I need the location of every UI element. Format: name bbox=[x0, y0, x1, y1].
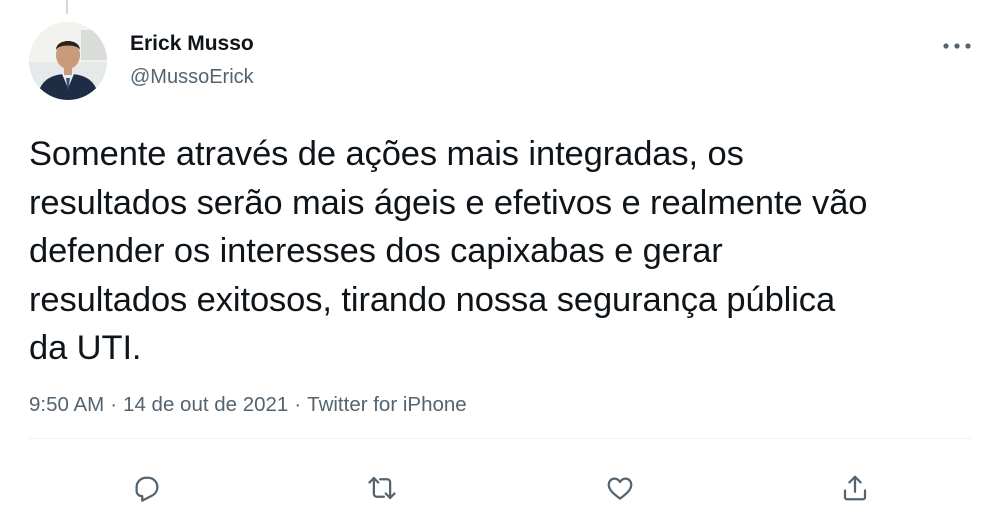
reply-button[interactable] bbox=[126, 468, 166, 508]
tweet-text-line: resultados serão mais ágeis e efetivos e… bbox=[29, 183, 868, 222]
author-display-name[interactable]: Erick Musso bbox=[130, 31, 254, 57]
tweet-card: Erick Musso @MussoErick Somente através … bbox=[0, 0, 1000, 526]
tweet-metadata: 9:50 AM · 14 de out de 2021 · Twitter for iP… bbox=[29, 392, 467, 418]
divider bbox=[29, 438, 971, 439]
retweet-button[interactable] bbox=[362, 468, 402, 508]
action-bar bbox=[0, 468, 1000, 508]
tweet-text-line: Somente através de ações mais integradas… bbox=[29, 135, 744, 173]
meta-separator: · bbox=[110, 393, 118, 416]
tweet-text: Somente através de ações mais integradas… bbox=[29, 130, 969, 373]
share-button[interactable] bbox=[835, 468, 875, 508]
tweet-text-line: resultados exitosos, tirando nossa segur… bbox=[29, 280, 836, 319]
tweet-time[interactable]: 9:50 AM bbox=[29, 393, 104, 416]
more-options-button[interactable] bbox=[940, 34, 974, 58]
meta-separator: · bbox=[294, 393, 302, 416]
like-icon bbox=[607, 477, 633, 500]
reply-icon bbox=[135, 476, 159, 502]
avatar[interactable] bbox=[29, 22, 107, 100]
tweet-date[interactable]: 14 de out de 2021 bbox=[123, 393, 288, 416]
like-button[interactable] bbox=[600, 468, 640, 508]
tweet-source[interactable]: Twitter for iPhone bbox=[307, 393, 467, 416]
author-handle[interactable]: @MussoErick bbox=[130, 65, 254, 89]
retweet-icon bbox=[368, 476, 396, 500]
avatar-photo bbox=[29, 22, 107, 100]
share-icon bbox=[843, 475, 867, 501]
thread-connector-line bbox=[66, 0, 68, 14]
tweet-text-line: da UTI. bbox=[29, 329, 142, 367]
more-horizontal-icon bbox=[943, 43, 971, 49]
tweet-text-line: defender os interesses dos capixabas e g… bbox=[29, 232, 723, 270]
author-block: Erick Musso @MussoErick bbox=[130, 31, 254, 89]
